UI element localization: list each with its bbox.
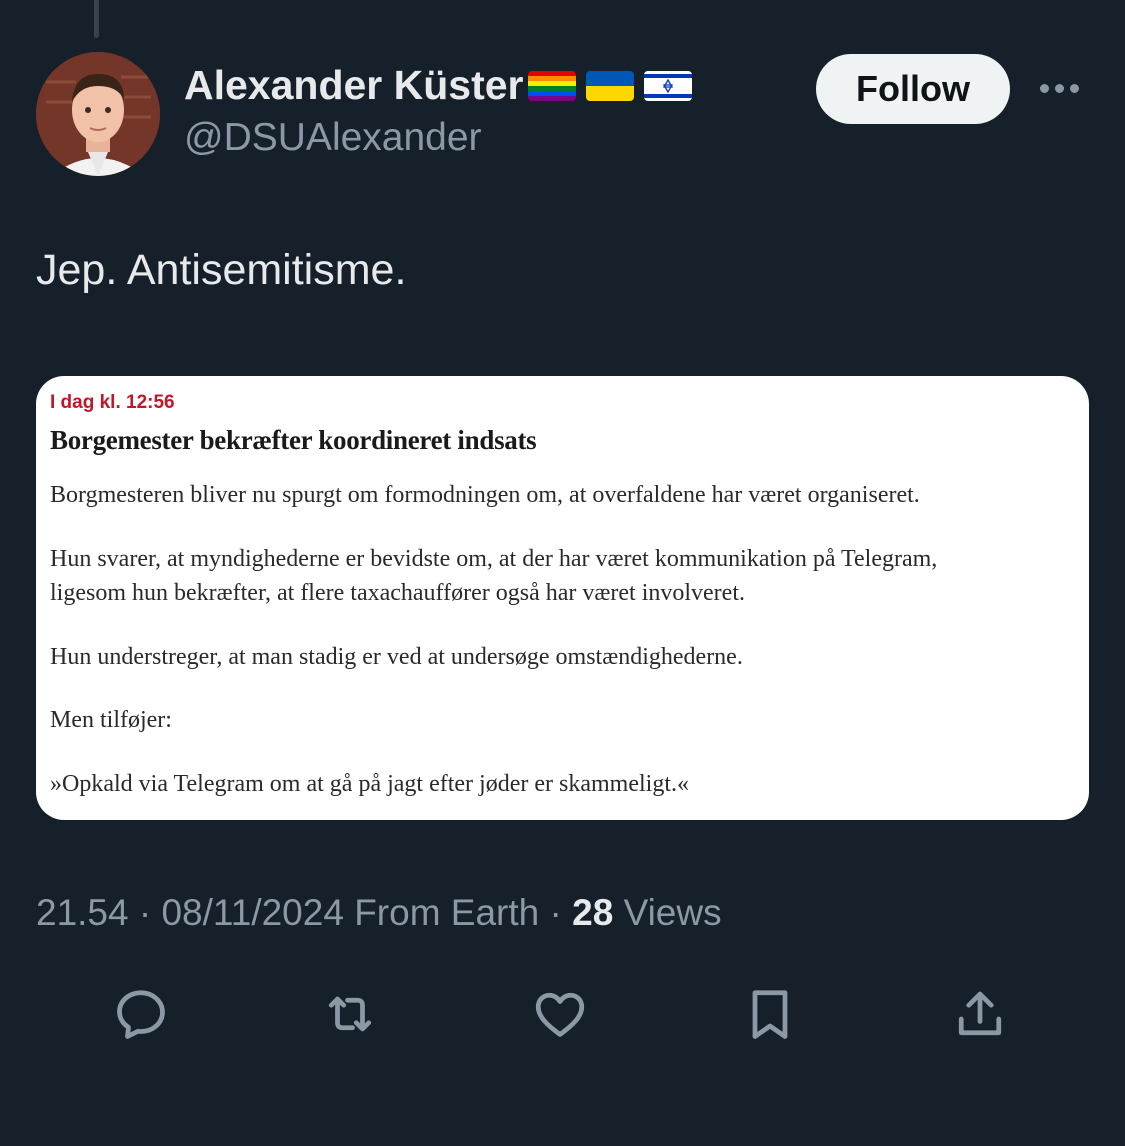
article-paragraph-2a: Hun svarer, at myndighederne er bevidste… [50, 546, 938, 572]
israel-flag-icon [643, 70, 692, 101]
tweet-time[interactable]: 21.54 [36, 892, 129, 933]
more-options-icon[interactable] [1040, 78, 1086, 98]
tweet-meta: 21.54 · 08/11/2024 From Earth · 28 Views [36, 892, 722, 934]
news-screenshot-image[interactable]: I dag kl. 12:56 Borgemester bekræfter ko… [36, 376, 1089, 820]
article-title: Borgemester bekræfter koordineret indsat… [50, 425, 537, 455]
separator: · [138, 892, 162, 933]
display-name[interactable]: Alexander Küster [184, 62, 524, 109]
share-icon [958, 991, 1002, 1036]
share-button[interactable] [948, 982, 1012, 1046]
handle[interactable]: @DSUAlexander [184, 116, 482, 160]
article-paragraph-3: Hun understreger, at man stadig er ved a… [50, 644, 743, 670]
author-header[interactable]: Alexander Küster [184, 62, 692, 109]
separator: · [549, 892, 573, 933]
reply-button[interactable] [109, 982, 173, 1046]
like-icon [535, 992, 585, 1037]
follow-button[interactable]: Follow [816, 54, 1010, 124]
bookmark-button[interactable] [738, 982, 802, 1046]
ukraine-flag-icon [585, 70, 634, 101]
article-timestamp: I dag kl. 12:56 [50, 392, 175, 413]
article-paragraph-4: Men tilføjer: [50, 707, 172, 733]
bookmark-icon [752, 990, 788, 1039]
rainbow-flag-icon [527, 70, 576, 101]
views-count[interactable]: 28 [572, 892, 613, 933]
avatar[interactable] [36, 52, 160, 176]
article-paragraph-1: Borgmesteren bliver nu spurgt om formodn… [50, 482, 920, 508]
tweet-source: From Earth [354, 892, 540, 933]
thread-line [94, 0, 99, 38]
article-paragraph-2b: ligesom hun bekræfter, at flere taxachau… [50, 580, 745, 606]
tweet-date[interactable]: 08/11/2024 [161, 892, 343, 933]
avatar-photo [36, 52, 160, 176]
retweet-button[interactable] [318, 982, 382, 1046]
views-label[interactable]: Views [624, 892, 722, 933]
like-button[interactable] [528, 982, 592, 1046]
article-quote: »Opkald via Telegram om at gå på jagt ef… [50, 771, 689, 797]
reply-icon [117, 990, 165, 1039]
tweet-text: Jep. Antisemitisme. [36, 246, 407, 294]
retweet-icon [328, 996, 372, 1032]
flags [527, 70, 692, 101]
